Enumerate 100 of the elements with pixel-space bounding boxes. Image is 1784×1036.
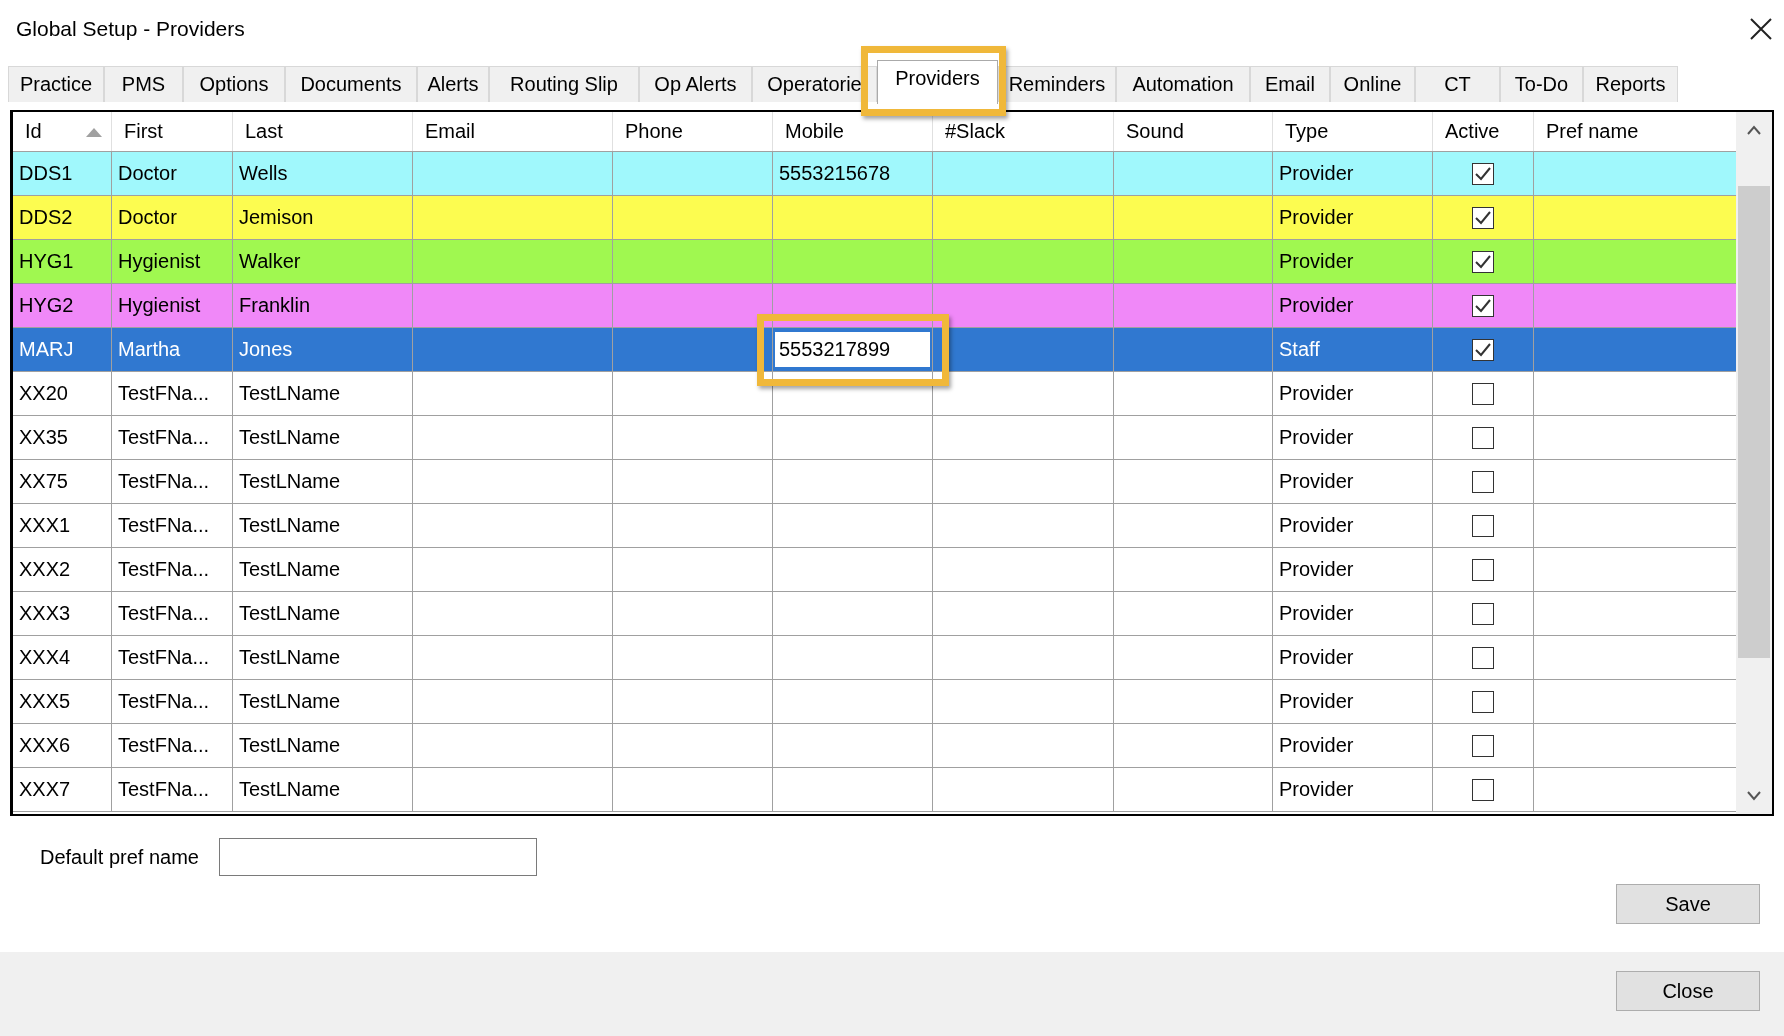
active-checkbox[interactable]	[1472, 646, 1494, 669]
column-header-label: Active	[1445, 120, 1500, 143]
table-cell: XXX4	[19, 646, 71, 669]
table-cell: Provider	[1279, 470, 1354, 493]
table-cell: XXX6	[19, 734, 71, 757]
table-cell: Provider	[1279, 602, 1354, 625]
table-cell: Provider	[1279, 558, 1354, 581]
table-cell: Jemison	[239, 206, 314, 229]
table-cell: Provider	[1279, 426, 1354, 449]
table-cell: Jones	[239, 338, 293, 361]
tab[interactable]: Automation	[1116, 66, 1250, 102]
table-cell: Walker	[239, 250, 301, 273]
table-row[interactable]: MARJ Martha Jones 5553217899 Staff	[13, 328, 1736, 372]
table-cell: TestFNa...	[118, 734, 210, 757]
tab[interactable]: Email	[1250, 66, 1330, 102]
tab[interactable]: Practice	[8, 66, 104, 102]
column-header-cell[interactable]: Active	[1433, 112, 1534, 151]
column-header-cell[interactable]: Mobile	[773, 112, 933, 151]
tab[interactable]: Documents	[285, 66, 417, 102]
table-row[interactable]: HYG1 Hygienist Walker Provider	[13, 240, 1736, 284]
column-header-label: #Slack	[945, 120, 1006, 143]
tab[interactable]: Providers	[877, 60, 998, 104]
mobile-input-field[interactable]: 5553217899	[775, 332, 930, 367]
table-cell: Martha	[118, 338, 181, 361]
column-header-label: Id	[25, 120, 42, 143]
table-cell: Provider	[1279, 778, 1354, 801]
active-checkbox[interactable]	[1472, 470, 1494, 493]
table-cell: XXX2	[19, 558, 71, 581]
column-header-label: Mobile	[785, 120, 844, 143]
table-cell: XX35	[19, 426, 68, 449]
table-cell: XXX1	[19, 514, 71, 537]
active-checkbox[interactable]	[1472, 690, 1494, 713]
table-cell: TestLName	[239, 514, 341, 537]
tab[interactable]: Options	[183, 66, 285, 102]
active-checkbox[interactable]	[1472, 602, 1494, 625]
table-cell: TestLName	[239, 426, 341, 449]
input-field[interactable]	[219, 838, 537, 876]
tab[interactable]: To-Do	[1500, 66, 1583, 102]
active-checkbox[interactable]	[1472, 778, 1494, 801]
table-cell: HYG1	[19, 250, 74, 273]
tab[interactable]: Routing Slip	[489, 66, 639, 102]
tab[interactable]: Reports	[1583, 66, 1678, 102]
field-label: Default pref name	[40, 845, 199, 869]
table-row[interactable]: DDS1 Doctor Wells 5553215678 Provider	[13, 152, 1736, 196]
save-button[interactable]: Save	[1616, 884, 1760, 924]
table-cell: TestLName	[239, 558, 341, 581]
table-cell: Franklin	[239, 294, 311, 317]
table-cell: Provider	[1279, 294, 1354, 317]
table-cell: Provider	[1279, 162, 1354, 185]
active-checkbox[interactable]	[1472, 514, 1494, 537]
table-cell: TestLName	[239, 602, 341, 625]
active-checkbox[interactable]	[1472, 558, 1494, 581]
active-checkbox[interactable]	[1472, 338, 1494, 361]
table-row[interactable]: DDS2 Doctor Jemison Provider	[13, 196, 1736, 240]
table-row[interactable]: HYG2 Hygienist Franklin Provider	[13, 284, 1736, 328]
table-cell: TestFNa...	[118, 558, 210, 581]
column-header-cell[interactable]: Id	[13, 112, 112, 151]
column-header-label: First	[124, 120, 163, 143]
active-checkbox[interactable]	[1472, 382, 1494, 405]
scrollbar-thumb[interactable]	[1738, 186, 1770, 658]
table-cell: XXX7	[19, 778, 71, 801]
table-cell: Doctor	[118, 162, 177, 185]
active-checkbox[interactable]	[1472, 734, 1494, 757]
tab[interactable]: PMS	[104, 66, 183, 102]
tab[interactable]: Alerts	[417, 66, 489, 102]
active-checkbox[interactable]	[1472, 162, 1494, 185]
tab[interactable]: Online	[1330, 66, 1415, 102]
table-cell: TestLName	[239, 646, 341, 669]
close-icon[interactable]	[1748, 16, 1774, 42]
active-checkbox[interactable]	[1472, 250, 1494, 273]
column-header-cell[interactable]: Email	[413, 112, 613, 151]
table-cell: Wells	[239, 162, 288, 185]
active-checkbox[interactable]	[1472, 426, 1494, 449]
table-cell: DDS1	[19, 162, 73, 185]
column-header-cell[interactable]: Last	[233, 112, 413, 151]
column-header-cell[interactable]: #Slack	[933, 112, 1114, 151]
close-button[interactable]: Close	[1616, 971, 1760, 1011]
column-header-label: Email	[425, 120, 475, 143]
column-header-label: Type	[1285, 120, 1329, 143]
table-cell: TestFNa...	[118, 778, 210, 801]
column-header-cell[interactable]: Type	[1273, 112, 1433, 151]
window-title: Global Setup - Providers	[16, 17, 245, 41]
active-checkbox[interactable]	[1472, 206, 1494, 229]
table-cell: Provider	[1279, 250, 1354, 273]
column-header-cell[interactable]: Phone	[613, 112, 773, 151]
table-cell: Hygienist	[118, 294, 201, 317]
table-cell: TestFNa...	[118, 514, 210, 537]
column-header-cell[interactable]: Sound	[1114, 112, 1273, 151]
table-cell: TestFNa...	[118, 690, 210, 713]
sort-arrow-icon	[85, 126, 103, 137]
table-cell: DDS2	[19, 206, 73, 229]
table-cell: Provider	[1279, 646, 1354, 669]
tab[interactable]: CT	[1415, 66, 1500, 102]
column-header-label: Phone	[625, 120, 683, 143]
tab[interactable]: Operatorie	[752, 66, 877, 102]
active-checkbox[interactable]	[1472, 294, 1494, 317]
table-cell: Provider	[1279, 734, 1354, 757]
tab[interactable]: Op Alerts	[639, 66, 752, 102]
table-cell: Hygienist	[118, 250, 201, 273]
column-header-cell[interactable]: First	[112, 112, 233, 151]
